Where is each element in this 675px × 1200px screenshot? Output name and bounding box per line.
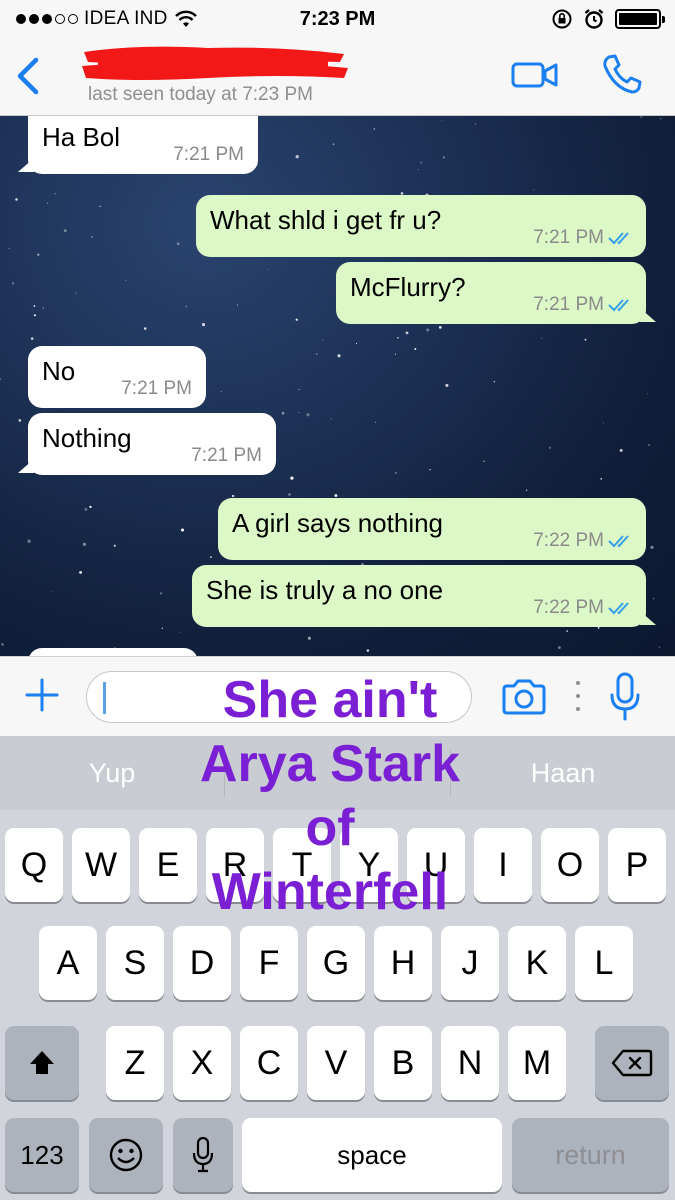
message-bubble[interactable]: Ha Bol 7:21 PM [18, 116, 258, 174]
message-timestamp: 7:21 PM [173, 144, 244, 165]
key-u[interactable]: U [407, 828, 465, 902]
phone-call-icon[interactable] [600, 52, 644, 96]
message-bubble[interactable]: What shld i get fr u? 7:21 PM [196, 195, 646, 257]
status-bar: IDEA IND 7:23 PM [0, 0, 675, 38]
key-i[interactable]: I [474, 828, 532, 902]
message-input[interactable] [86, 671, 472, 723]
key-t[interactable]: T [273, 828, 331, 902]
key-c[interactable]: C [240, 1026, 298, 1100]
key-z[interactable]: Z [106, 1026, 164, 1100]
emoji-smiley-icon [109, 1138, 143, 1172]
key-b[interactable]: B [374, 1026, 432, 1100]
message-time: 7:21 PM [191, 445, 262, 467]
key-o[interactable]: O [541, 828, 599, 902]
video-call-icon[interactable] [510, 58, 560, 92]
alarm-icon [584, 9, 604, 29]
message-time: 7:21 PM [173, 144, 244, 166]
backspace-icon [611, 1049, 653, 1077]
read-receipt-icon [608, 232, 629, 245]
battery-icon [615, 9, 665, 29]
read-receipt-icon [608, 602, 629, 615]
message-bubble[interactable]: She is truly a no one 7:22 PM [192, 565, 656, 627]
key-w[interactable]: W [72, 828, 130, 902]
suggestion-haan[interactable]: Haan [451, 736, 675, 810]
key-s[interactable]: S [106, 926, 164, 1000]
message-time: 7:22 PM [533, 530, 634, 552]
message-timestamp: 7:21 PM [533, 294, 604, 315]
suggestion-middle[interactable] [225, 736, 450, 810]
return-key[interactable]: return [512, 1118, 669, 1192]
key-x[interactable]: X [173, 1026, 231, 1100]
message-bubble[interactable]: A girl says nothing 7:22 PM [218, 498, 646, 560]
key-d[interactable]: D [173, 926, 231, 1000]
key-n[interactable]: N [441, 1026, 499, 1100]
text-cursor [103, 682, 106, 714]
key-h[interactable]: H [374, 926, 432, 1000]
message-time: 7:21 PM [533, 227, 634, 249]
shift-key[interactable] [5, 1026, 79, 1100]
key-a[interactable]: A [39, 926, 97, 1000]
message-timestamp: 7:22 PM [533, 530, 604, 551]
read-receipt-icon [608, 299, 629, 312]
message-timestamp: 7:21 PM [121, 378, 192, 399]
key-q[interactable]: Q [5, 828, 63, 902]
read-receipt-icon [608, 535, 629, 548]
shift-arrow-icon [30, 1051, 54, 1074]
message-time: 7:21 PM [533, 294, 634, 316]
dictation-mic-icon [192, 1136, 214, 1173]
dictation-key[interactable] [173, 1118, 233, 1192]
key-l[interactable]: L [575, 926, 633, 1000]
predictive-bar: Yup Haan [0, 736, 675, 810]
message-composer [0, 656, 675, 736]
emoji-key[interactable] [89, 1118, 163, 1192]
suggestion-yup[interactable]: Yup [0, 736, 224, 810]
key-v[interactable]: V [307, 1026, 365, 1100]
key-k[interactable]: K [508, 926, 566, 1000]
message-timestamp: 7:21 PM [533, 227, 604, 248]
key-p[interactable]: P [608, 828, 666, 902]
key-m[interactable]: M [508, 1026, 566, 1100]
key-y[interactable]: Y [340, 828, 398, 902]
message-time: 7:22 PM [533, 597, 634, 619]
chat-area[interactable]: Ha Bol 7:21 PM What shld i get fr u? 7:2… [0, 116, 675, 656]
key-f[interactable]: F [240, 926, 298, 1000]
key-g[interactable]: G [307, 926, 365, 1000]
camera-icon[interactable] [500, 677, 548, 717]
message-bubble[interactable]: Nothing 7:21 PM [18, 413, 276, 475]
key-r[interactable]: R [206, 828, 264, 902]
rotation-lock-icon [552, 9, 572, 29]
back-chevron-icon[interactable] [12, 54, 46, 98]
keyboard: Yup Haan QWERTYUIOP ASDFGHJKL ZXCVBNM 12… [0, 736, 675, 1200]
message-bubble-partial[interactable] [28, 648, 198, 656]
message-timestamp: 7:22 PM [533, 597, 604, 618]
message-timestamp: 7:21 PM [191, 445, 262, 466]
space-key[interactable]: space [242, 1118, 502, 1192]
status-right [551, 8, 665, 30]
message-time: 7:21 PM [121, 378, 192, 400]
contact-name-redaction[interactable] [78, 42, 350, 84]
message-bubble[interactable]: No 7:21 PM [28, 346, 206, 408]
more-dots-icon[interactable] [574, 681, 582, 711]
key-j[interactable]: J [441, 926, 499, 1000]
delete-key[interactable] [595, 1026, 669, 1100]
message-bubble[interactable]: McFlurry? 7:21 PM [336, 262, 656, 324]
attach-plus-icon[interactable] [24, 677, 60, 713]
chat-header: last seen today at 7:23 PM [0, 38, 675, 116]
numbers-key[interactable]: 123 [5, 1118, 79, 1192]
key-e[interactable]: E [139, 828, 197, 902]
microphone-icon[interactable] [608, 671, 642, 723]
last-seen-status: last seen today at 7:23 PM [88, 84, 313, 105]
